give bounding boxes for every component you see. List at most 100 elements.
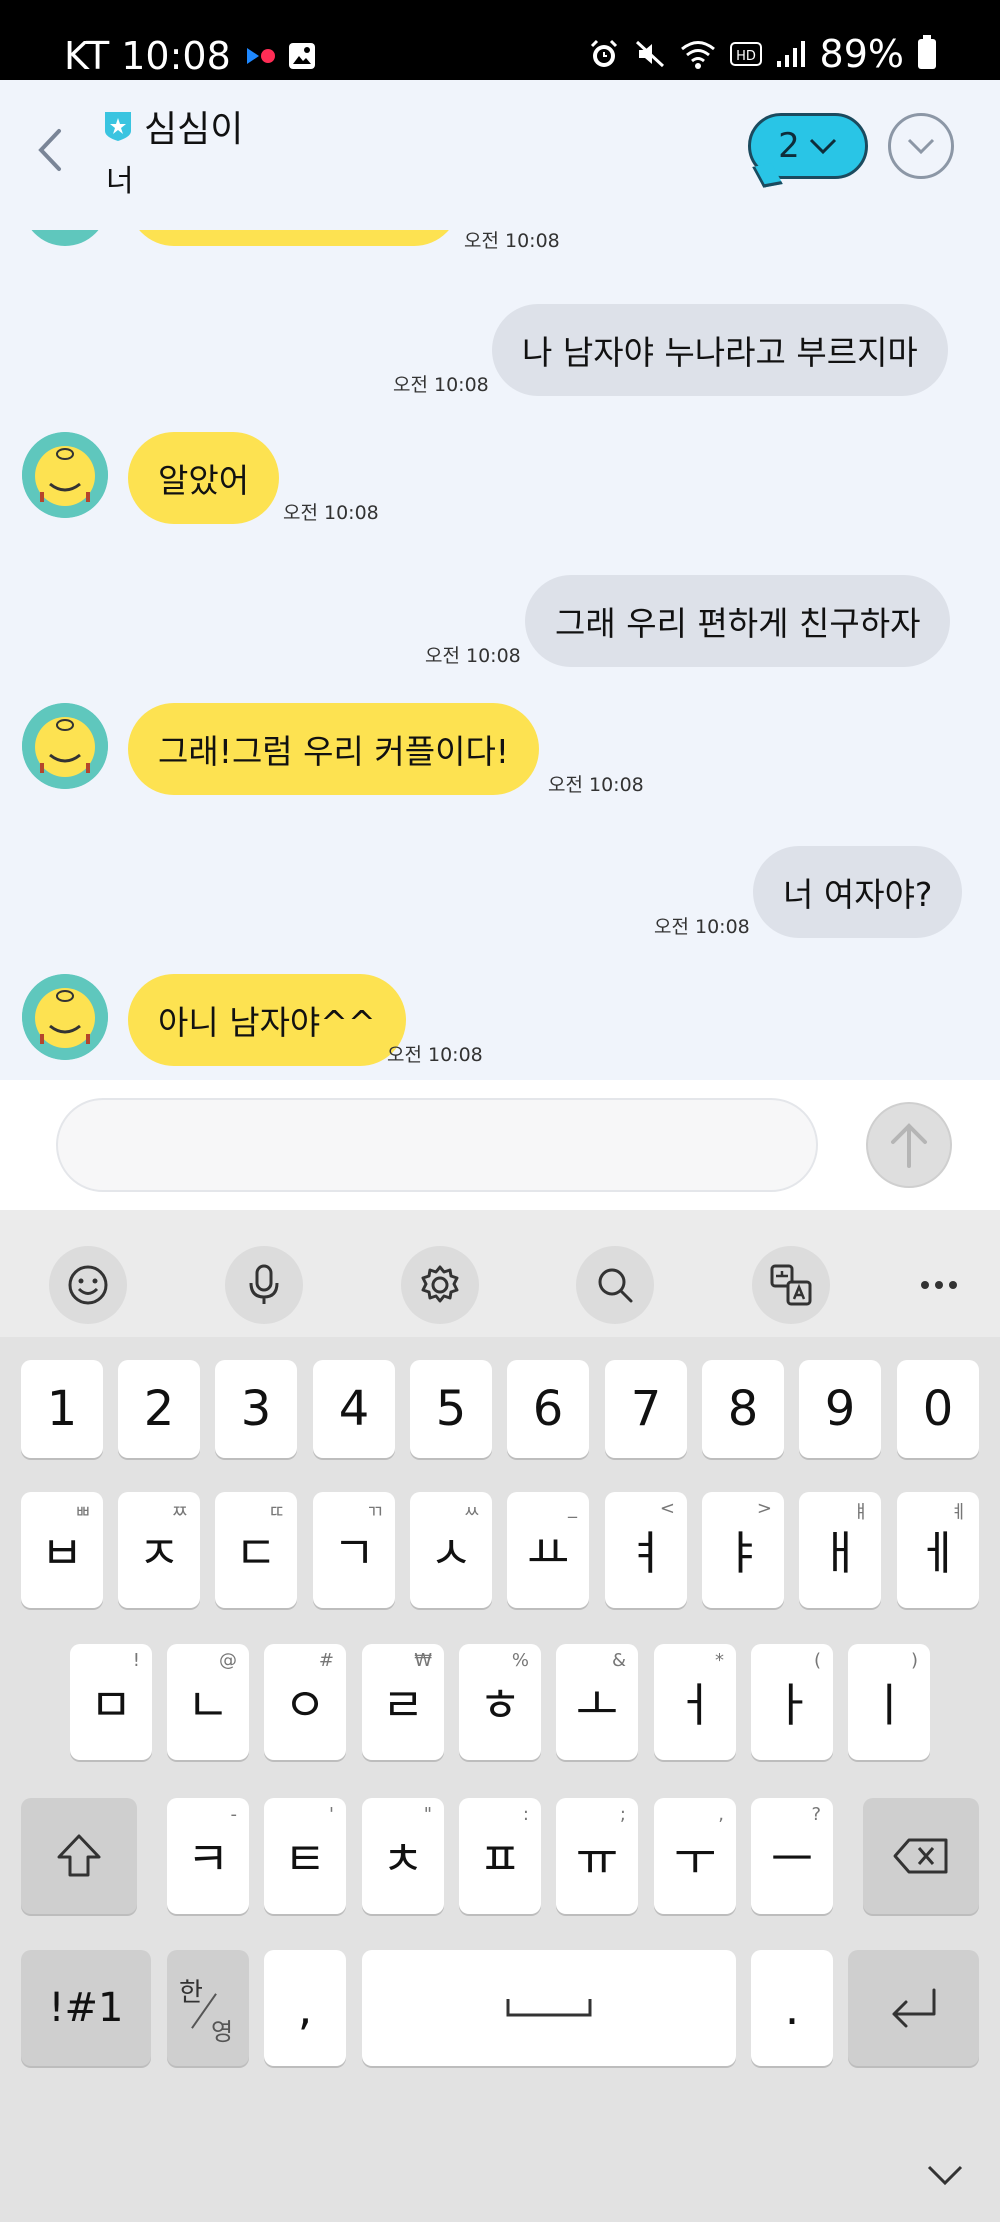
chevron-down-icon [907, 138, 935, 155]
scroll-down-button[interactable] [888, 113, 954, 179]
key-digeut[interactable]: ㄸㄷ [215, 1492, 297, 1608]
key-ieung[interactable]: # ㅇ [264, 1644, 346, 1760]
key-1[interactable]: 1 [21, 1360, 103, 1458]
key-mieum[interactable]: ! ㅁ [70, 1644, 152, 1760]
message-input-bar [0, 1080, 1000, 1210]
key-9[interactable]: 9 [799, 1360, 881, 1458]
message-time: 오전 10:08 [425, 645, 521, 667]
hide-keyboard-button[interactable] [920, 2155, 970, 2195]
chick-avatar-icon [22, 703, 108, 789]
arrow-up-icon [891, 1123, 927, 1168]
signal-icon [776, 41, 805, 67]
key-rieul[interactable]: ₩ ㄹ [362, 1644, 444, 1760]
space-key[interactable] [362, 1950, 736, 2066]
translate-button[interactable] [752, 1246, 830, 1324]
key-0[interactable]: 0 [897, 1360, 979, 1458]
key-7[interactable]: 7 [605, 1360, 687, 1458]
key-e[interactable]: ㅖㅔ [897, 1492, 979, 1608]
comma-key[interactable]: , [264, 1950, 346, 2066]
message-bubble-out[interactable]: 그래 우리 편하게 친구하자 [525, 575, 951, 667]
key-yeo[interactable]: < ㅕ [605, 1492, 687, 1608]
wifi-icon [680, 41, 715, 69]
key-jieut[interactable]: ㅉㅈ [118, 1492, 200, 1608]
member-count-button[interactable]: 2 [748, 113, 868, 179]
status-left: KT 10:08 [64, 34, 317, 78]
key-tieut[interactable]: ' ㅌ [264, 1798, 346, 1914]
key-i[interactable]: ) ㅣ [848, 1644, 930, 1760]
key-ya[interactable]: > ㅑ [702, 1492, 784, 1608]
key-6[interactable]: 6 [507, 1360, 589, 1458]
key-5[interactable]: 5 [410, 1360, 492, 1458]
bot-avatar[interactable] [22, 974, 108, 1060]
enter-icon [892, 1988, 935, 2028]
message-time: 오전 10:08 [393, 374, 489, 396]
status-right: HD 89% [588, 32, 936, 76]
key-nieun[interactable]: @ ㄴ [167, 1644, 249, 1760]
key-ae[interactable]: ㅒㅐ [799, 1492, 881, 1608]
chat-title: 심심이 [144, 109, 244, 150]
alarm-icon [590, 39, 617, 67]
svg-text:HD: HD [736, 49, 756, 64]
more-options-button[interactable] [900, 1246, 978, 1324]
key-eu[interactable]: ? ㅡ [751, 1798, 833, 1914]
emoji-button[interactable] [49, 1246, 127, 1324]
shift-icon [57, 1834, 101, 1877]
chevron-down-icon [809, 138, 836, 155]
search-button[interactable] [576, 1246, 654, 1324]
period-key[interactable]: . [751, 1950, 833, 2066]
language-switch-key[interactable]: 한 영 [167, 1950, 249, 2066]
bot-avatar[interactable] [22, 230, 108, 246]
chat-header: 심심이 너 2 [0, 80, 1000, 230]
bot-avatar[interactable] [22, 432, 108, 518]
key-3[interactable]: 3 [215, 1360, 297, 1458]
key-2[interactable]: 2 [118, 1360, 200, 1458]
keyboard: 1 2 3 4 5 6 7 8 9 0 ㅃㅂ ㅉㅈ ㄸㄷ ㄲㄱ ㅆㅅ _ ㅛ < ㅕ… [0, 1210, 1000, 2222]
key-yu[interactable]: ; ㅠ [556, 1798, 638, 1914]
message-list[interactable]: 오전 10:08 오전 10:08 나 남자야 누나라고 부르지마 알았어 오전… [0, 230, 1000, 1080]
key-8[interactable]: 8 [702, 1360, 784, 1458]
key-hieut[interactable]: % ㅎ [459, 1644, 541, 1760]
message-bubble-in[interactable]: 알았어 [128, 432, 280, 524]
voice-input-button[interactable] [225, 1246, 303, 1324]
message-bubble-out[interactable]: 너 여자야? [753, 846, 963, 938]
enter-key[interactable] [848, 1950, 979, 2066]
shift-key[interactable] [21, 1798, 137, 1914]
key-siot[interactable]: ㅆㅅ [410, 1492, 492, 1608]
bot-avatar[interactable] [22, 703, 108, 789]
battery-percent: 89% [819, 32, 904, 76]
chevron-left-icon [38, 129, 61, 171]
key-eo[interactable]: * ㅓ [654, 1644, 736, 1760]
key-chieut[interactable]: " ㅊ [362, 1798, 444, 1914]
key-a[interactable]: (ㅏ [751, 1644, 833, 1760]
translate-icon [770, 1264, 812, 1306]
message-time: 오전 10:08 [654, 916, 750, 938]
hd-voice-icon: HD [729, 42, 762, 66]
chat-subtitle: 너 [106, 164, 134, 199]
message-bubble-in[interactable]: 그래!그럼 우리 커플이다! [128, 703, 540, 795]
backspace-key[interactable] [863, 1798, 979, 1914]
symbols-key[interactable]: !#1 [21, 1950, 151, 2066]
key-kieuk[interactable]: -ㅋ [167, 1798, 249, 1914]
message-time: 오전 10:08 [548, 774, 644, 796]
key-pieup[interactable]: :ㅍ [459, 1798, 541, 1914]
more-icon [921, 1281, 957, 1289]
key-u[interactable]: ,ㅜ [654, 1798, 736, 1914]
key-giyeok[interactable]: ㄲㄱ [313, 1492, 395, 1608]
message-bubble-out[interactable]: 나 남자야 누나라고 부르지마 [492, 304, 948, 396]
message-bubble-in[interactable]: 아니 남자야^^ [128, 974, 406, 1066]
key-bieup[interactable]: ㅃㅂ [21, 1492, 103, 1608]
key-o[interactable]: & ㅗ [556, 1644, 638, 1760]
key-4[interactable]: 4 [313, 1360, 395, 1458]
send-button[interactable] [866, 1102, 952, 1188]
backspace-icon [893, 1838, 948, 1874]
keyboard-settings-button[interactable] [401, 1246, 479, 1324]
member-count: 2 [778, 126, 800, 166]
media-icon [246, 48, 275, 64]
settings-icon [421, 1265, 459, 1303]
key-yo[interactable]: _ ㅛ [507, 1492, 589, 1608]
message-bubble-in[interactable] [128, 230, 460, 246]
message-input[interactable] [56, 1098, 818, 1192]
battery-icon [918, 35, 936, 69]
back-button[interactable] [20, 110, 80, 190]
chevron-down-icon [927, 2165, 963, 2186]
